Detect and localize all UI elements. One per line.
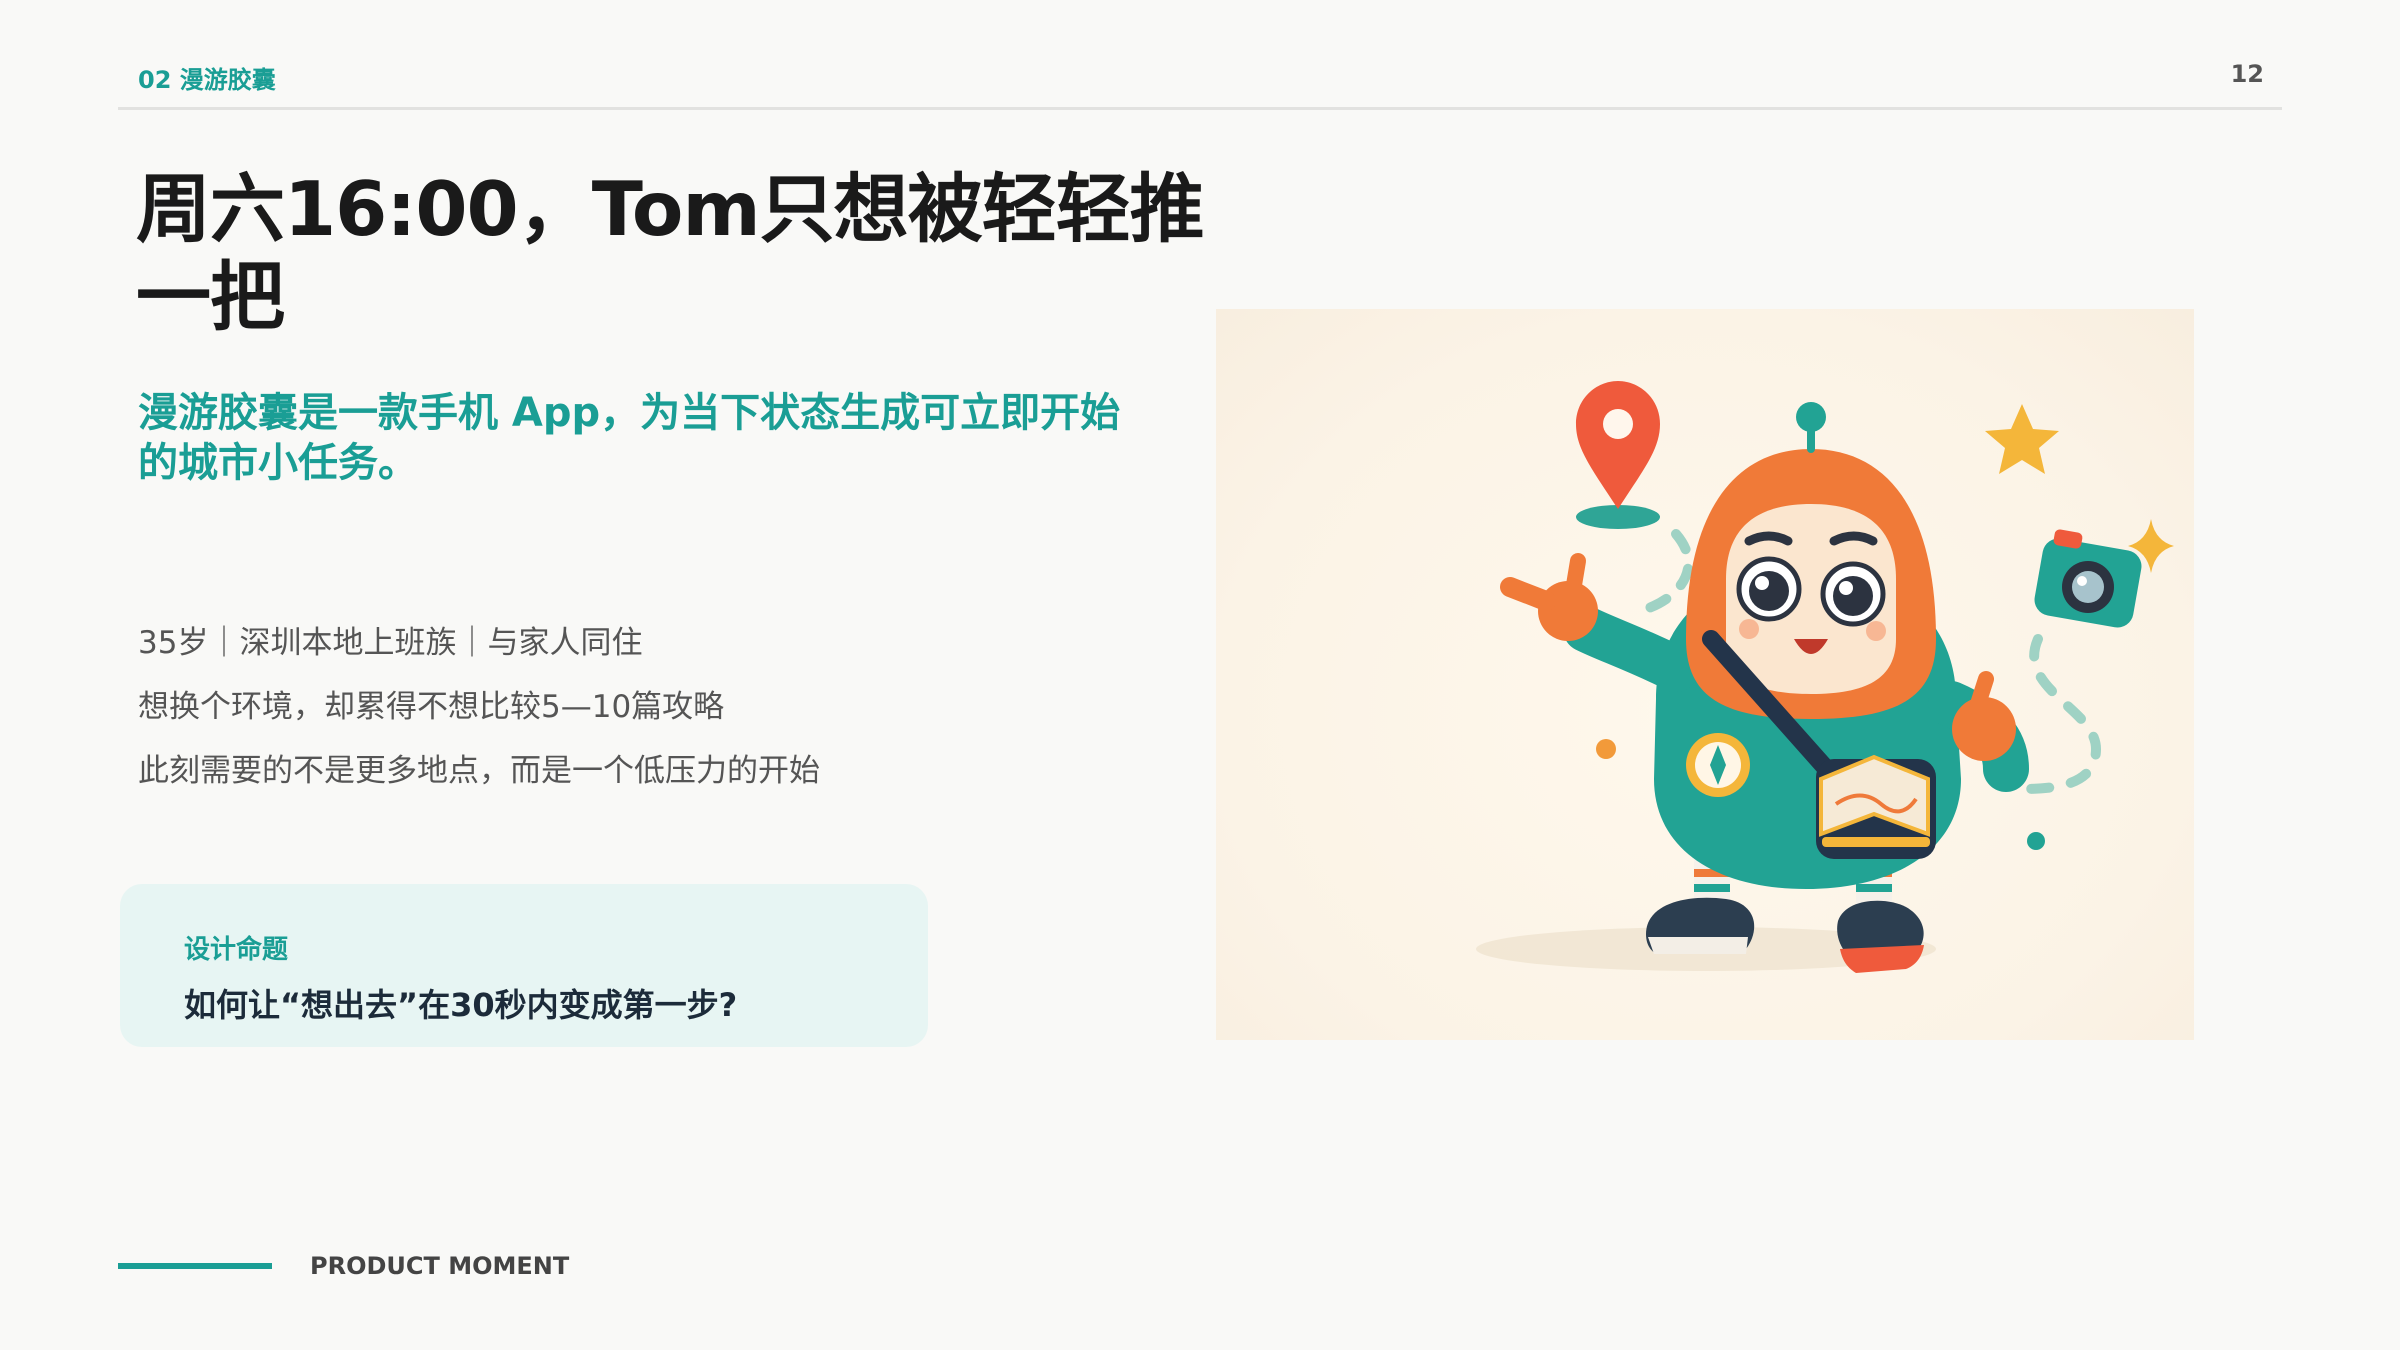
card-label: 设计命题 bbox=[184, 935, 289, 965]
tagline: 漫游胶囊是一款手机 App，为当下状态生成可立即开始的城市小任务。 bbox=[138, 390, 1121, 486]
mascot-left-arm bbox=[1500, 553, 1699, 692]
mascot-head bbox=[1686, 402, 1936, 719]
location-pin-icon bbox=[1576, 381, 1660, 529]
compass-icon bbox=[1686, 733, 1750, 797]
persona-line-profile: 35岁｜深圳本地上班族｜与家人同住 bbox=[138, 625, 643, 661]
persona-line-insight: 此刻需要的不是更多地点，而是一个低压力的开始 bbox=[138, 753, 820, 789]
hero-illustration bbox=[1216, 309, 2194, 1040]
map-bag-icon bbox=[1816, 754, 1936, 859]
star-icon bbox=[1985, 404, 2059, 474]
dot-orange bbox=[1596, 739, 1616, 759]
header-section-label: 02 漫游胶囊 bbox=[138, 66, 276, 94]
footer-accent-bar bbox=[118, 1263, 272, 1269]
dot-teal bbox=[2027, 832, 2045, 850]
mascot-illustration bbox=[1476, 381, 2174, 973]
persona-block: 35岁｜深圳本地上班族｜与家人同住 想换个环境，却累得不想比较5—10篇攻略 此… bbox=[138, 622, 1038, 814]
design-question-card: 设计命题 如何让“想出去”在30秒内变成第一步? bbox=[120, 884, 928, 1047]
slide-title: 周六16:00，Tom只想被轻轻推一把 bbox=[136, 165, 1205, 341]
card-question: 如何让“想出去”在30秒内变成第一步? bbox=[184, 986, 738, 1024]
mascot-right-arm bbox=[1928, 671, 2029, 792]
camera-icon bbox=[2034, 529, 2142, 628]
persona-line-need: 想换个环境，却累得不想比较5—10篇攻略 bbox=[138, 689, 725, 725]
dashed-path-left bbox=[1641, 529, 1694, 614]
page-number: 12 bbox=[2230, 60, 2264, 88]
header-divider bbox=[118, 107, 2282, 110]
footer-label: PRODUCT MOMENT bbox=[310, 1252, 570, 1280]
